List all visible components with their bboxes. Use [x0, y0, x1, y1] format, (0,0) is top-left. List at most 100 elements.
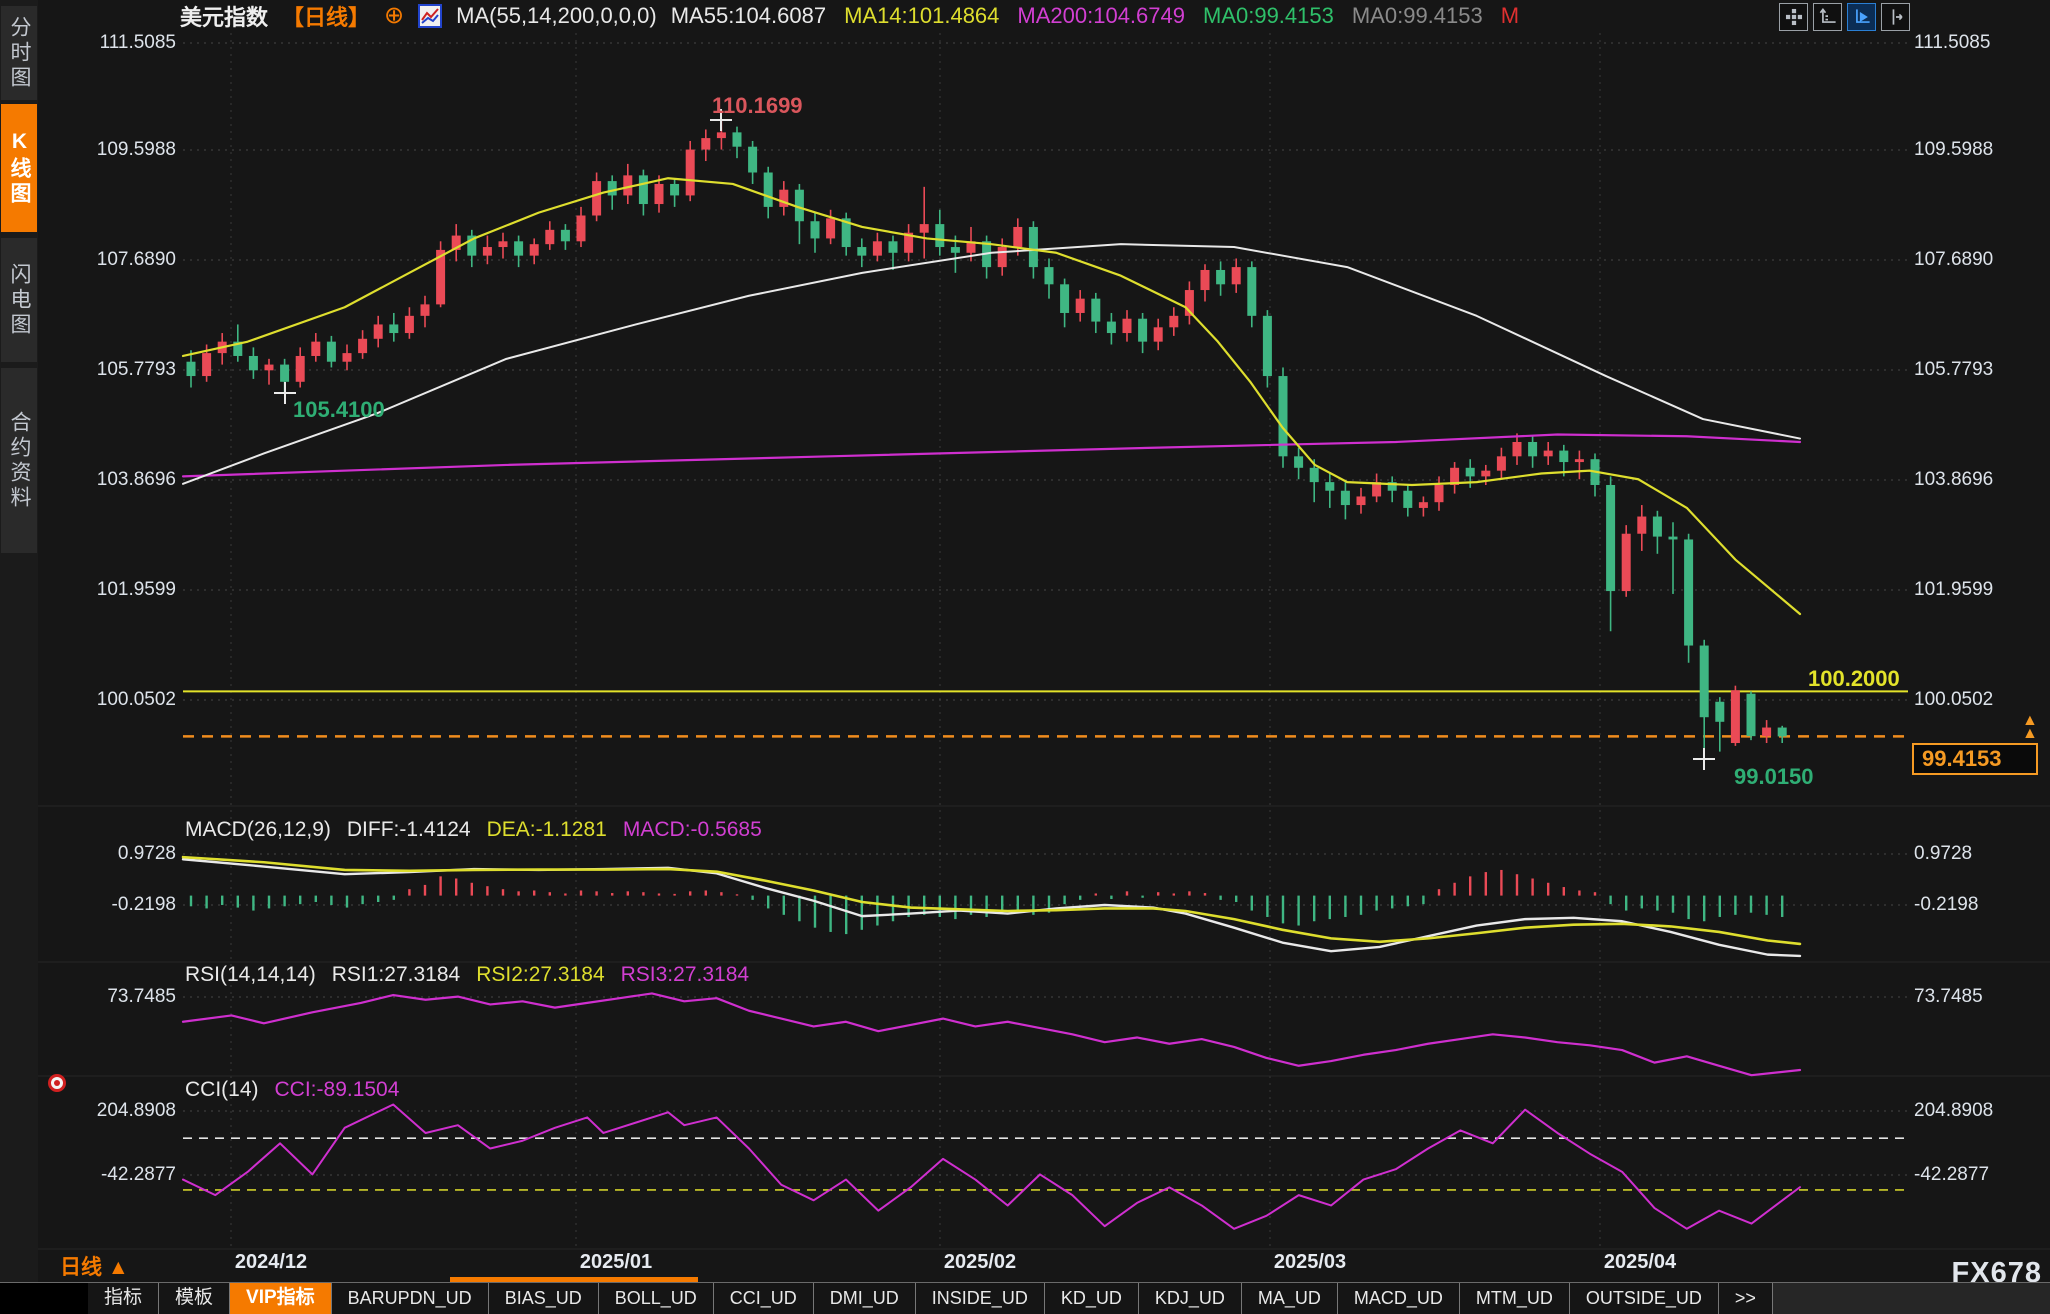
candle-body [1762, 728, 1771, 737]
tab-指标[interactable]: 指标 [88, 1283, 159, 1314]
candle-body [1076, 299, 1085, 313]
tab-boll-ud[interactable]: BOLL_UD [599, 1283, 714, 1314]
candle-body [811, 221, 820, 238]
price-up-marker-icon: ▲▲ [2022, 714, 2038, 740]
candle-body [1747, 694, 1756, 736]
trading-app-window: 分时图 K线图闪电图合约资料 美元指数 【日线】 ⊕ MA(55,14,200,0… [0, 0, 2050, 1314]
macd-title-part-0: MACD(26,12,9) [185, 818, 331, 842]
y-axis-label-left-0: 111.5085 [44, 32, 176, 54]
tab-macd-ud[interactable]: MACD_UD [1338, 1283, 1460, 1314]
candle-body [265, 365, 274, 371]
period-selector[interactable]: 日线 ▲ [60, 1251, 129, 1281]
macd-title-part-1: DIFF:-1.4124 [347, 818, 471, 842]
sidebar-item-1[interactable]: K线图 [1, 104, 37, 232]
price-annotation-1: 105.4100 [293, 397, 385, 423]
toolbar [1779, 3, 1910, 31]
rsi-title-part-1: RSI1:27.3184 [332, 963, 460, 987]
y-axis-label-left-1: 109.5988 [44, 139, 176, 161]
y-axis-label-right-3: 105.7793 [1914, 359, 1993, 381]
y-axis-label-right-7: 0.9728 [1914, 843, 1972, 865]
tab-barupdn-ud[interactable]: BARUPDN_UD [332, 1283, 489, 1314]
candle-body [530, 244, 539, 255]
candle-body [748, 147, 757, 173]
rsi-title-row: RSI(14,14,14)RSI1:27.3184RSI2:27.3184RSI… [185, 963, 749, 987]
chart-header: 美元指数 【日线】 ⊕ MA(55,14,200,0,0,0) MA55:104… [180, 1, 1519, 31]
macd-title-part-3: MACD:-0.5685 [623, 818, 762, 842]
candle-body [202, 353, 211, 376]
candle-body [1357, 496, 1366, 505]
candle-body [1247, 267, 1256, 316]
candle-body [951, 247, 960, 253]
tab-outside-ud[interactable]: OUTSIDE_UD [1570, 1283, 1719, 1314]
ma-readout-2: MA200:104.6749 [1017, 3, 1185, 29]
macd-title-part-2: DEA:-1.1281 [487, 818, 607, 842]
candle-body [545, 230, 554, 244]
candle-body [889, 241, 898, 252]
candle-body [1419, 502, 1428, 508]
tabbar-filler [1773, 1283, 2050, 1314]
candle-body [514, 241, 523, 255]
tab-vip指标[interactable]: VIP指标 [230, 1283, 332, 1314]
y-axis-label-left-9: 73.7485 [44, 986, 176, 1008]
candle-body [421, 304, 430, 315]
y-axis-label-right-2: 107.6890 [1914, 249, 1993, 271]
tab-dmi-ud[interactable]: DMI_UD [814, 1283, 916, 1314]
y-axis-label-left-7: 0.9728 [44, 843, 176, 865]
candle-body [1107, 322, 1116, 333]
rsi-title-part-3: RSI3:27.3184 [621, 963, 749, 987]
tab-bias-ud[interactable]: BIAS_UD [489, 1283, 599, 1314]
tab-模板[interactable]: 模板 [159, 1283, 230, 1314]
candle-body [1544, 451, 1553, 457]
candle-body [311, 342, 320, 356]
candle-body [1123, 319, 1132, 333]
chart-canvas[interactable] [0, 0, 2050, 1314]
candle-body [1513, 442, 1522, 456]
candle-body [1669, 537, 1678, 540]
candle-body [639, 175, 648, 204]
candle-body [1154, 327, 1163, 341]
axis-move-icon[interactable] [1881, 3, 1910, 31]
y-axis-label-left-10: 204.8908 [44, 1100, 176, 1122]
symbol-title: 美元指数 [180, 0, 268, 32]
tab-ma-ud[interactable]: MA_UD [1242, 1283, 1338, 1314]
y-axis-label-left-11: -42.2877 [44, 1164, 176, 1186]
candle-body [1731, 690, 1740, 743]
sidebar-item-2[interactable]: 闪电图 [1, 238, 37, 362]
candle-body [483, 247, 492, 256]
candle-body [374, 324, 383, 338]
y-axis-label-right-1: 109.5988 [1914, 139, 1993, 161]
tab-cci-ud[interactable]: CCI_UD [714, 1283, 814, 1314]
candle-body [1622, 534, 1631, 591]
candle-body [1435, 485, 1444, 502]
drawing-point-icon[interactable] [48, 1074, 66, 1092]
tab-kd-ud[interactable]: KD_UD [1045, 1283, 1139, 1314]
expand-icon[interactable]: ⊕ [384, 5, 404, 27]
candle-body [1466, 468, 1475, 477]
mini-chart-icon[interactable] [418, 4, 442, 28]
ma-readouts: MA55:104.6087MA14:101.4864MA200:104.6749… [671, 3, 1519, 29]
tab-mtm-ud[interactable]: MTM_UD [1460, 1283, 1570, 1314]
candle-body [577, 216, 586, 242]
macd-title-row: MACD(26,12,9) DIFF:-1.4124 DEA:-1.1281 MACD… [185, 818, 762, 842]
candle-body [1637, 517, 1646, 534]
crosshair-icon[interactable] [1779, 3, 1808, 31]
y-axis-label-right-4: 103.8696 [1914, 469, 1993, 491]
indicator-tab-bar: 指标模板VIP指标BARUPDN_UDBIAS_UDBOLL_UDCCI_UDD… [0, 1282, 2050, 1314]
y-axis-label-right-0: 111.5085 [1914, 32, 1990, 54]
tab-kdj-ud[interactable]: KDJ_UD [1139, 1283, 1242, 1314]
price-annotation-3: 99.0150 [1734, 764, 1814, 790]
axis-scale-icon[interactable] [1813, 3, 1842, 31]
candle-body [405, 316, 414, 333]
candle-body [873, 241, 882, 255]
y-axis-label-left-3: 105.7793 [44, 359, 176, 381]
candle-body [343, 353, 352, 362]
sidebar-item-3[interactable]: 合约资料 [1, 368, 37, 553]
sidebar-item-0[interactable]: 分时图 [1, 6, 37, 100]
tab--[interactable]: >> [1719, 1283, 1773, 1314]
tab-inside-ud[interactable]: INSIDE_UD [916, 1283, 1045, 1314]
candle-body [1528, 442, 1537, 456]
candle-body [1403, 491, 1412, 508]
chart-play-icon[interactable] [1847, 3, 1876, 31]
y-axis-label-left-6: 100.0502 [44, 689, 176, 711]
candle-body [1013, 227, 1022, 247]
